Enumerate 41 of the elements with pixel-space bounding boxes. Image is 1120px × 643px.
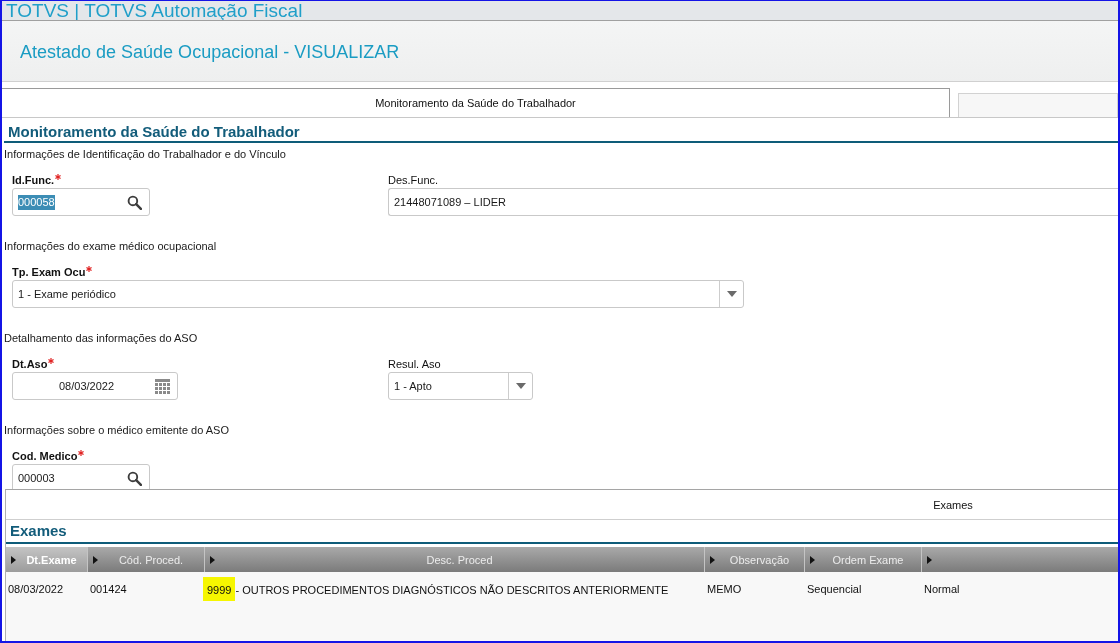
text-field[interactable]: 21448071089 – LIDER xyxy=(388,188,1118,216)
select-field[interactable]: 1 - Exame periódico xyxy=(12,280,744,308)
search-icon[interactable] xyxy=(127,470,142,486)
table-cell: 9999 - OUTROS PROCEDIMENTOS DIAGNÓSTICOS NÃO DESCRITOS ANTERIORMENTE xyxy=(205,577,705,601)
group-heading: Detalhamento das informações do ASO xyxy=(4,331,199,345)
section-title: Exames xyxy=(6,520,1118,544)
caret-right-icon xyxy=(927,555,932,564)
field-label: Resul. Aso xyxy=(388,357,441,371)
required-asterisk-icon xyxy=(78,450,85,456)
tab[interactable]: Monitoramento da Saúde do Trabalhador xyxy=(2,88,950,117)
caret-right-icon xyxy=(210,555,215,564)
date-field[interactable]: 08/03/2022 xyxy=(12,372,178,400)
table-cell-text: MEMO xyxy=(706,583,743,595)
section-title: Monitoramento da Saúde do Trabalhador xyxy=(4,118,1118,143)
table-cell-text: 08/03/2022 xyxy=(7,583,65,595)
caret-right-icon xyxy=(810,555,815,564)
table-cell-text: Sequencial xyxy=(806,583,863,595)
required-asterisk-icon xyxy=(86,266,93,272)
search-icon[interactable] xyxy=(127,194,142,210)
field-label: Cod. Medico xyxy=(12,449,85,463)
caret-down-icon xyxy=(726,291,737,297)
select-field[interactable]: 1 - Apto xyxy=(388,372,533,400)
caret-down-icon xyxy=(515,383,526,389)
caret-right-icon xyxy=(710,555,715,564)
group-heading: Informações de Identificação do Trabalhador e do Vínculo xyxy=(4,147,287,161)
table-cell-text: Normal xyxy=(923,583,961,595)
lookup-field[interactable]: 000003 xyxy=(12,464,150,489)
table-cell-text: 001424 xyxy=(89,583,128,595)
caret-right-icon xyxy=(93,555,98,564)
field-label: Dt.Aso xyxy=(12,357,55,371)
field-label: Des.Func. xyxy=(388,173,439,187)
field-label: Tp. Exam Ocu xyxy=(12,265,93,279)
caret-right-icon xyxy=(11,555,16,564)
calendar-icon[interactable] xyxy=(155,378,170,394)
group-heading: Informações sobre o médico emitente do ASO xyxy=(4,423,230,437)
lookup-field[interactable]: 000058 xyxy=(12,188,150,216)
required-asterisk-icon xyxy=(55,174,62,180)
field-label: Id.Func. xyxy=(12,173,62,187)
required-asterisk-icon xyxy=(48,358,55,364)
group-heading: Informações do exame médico ocupacional xyxy=(4,239,218,253)
page-title: Atestado de Saúde Ocupacional - VISUALIZAR xyxy=(20,42,400,63)
